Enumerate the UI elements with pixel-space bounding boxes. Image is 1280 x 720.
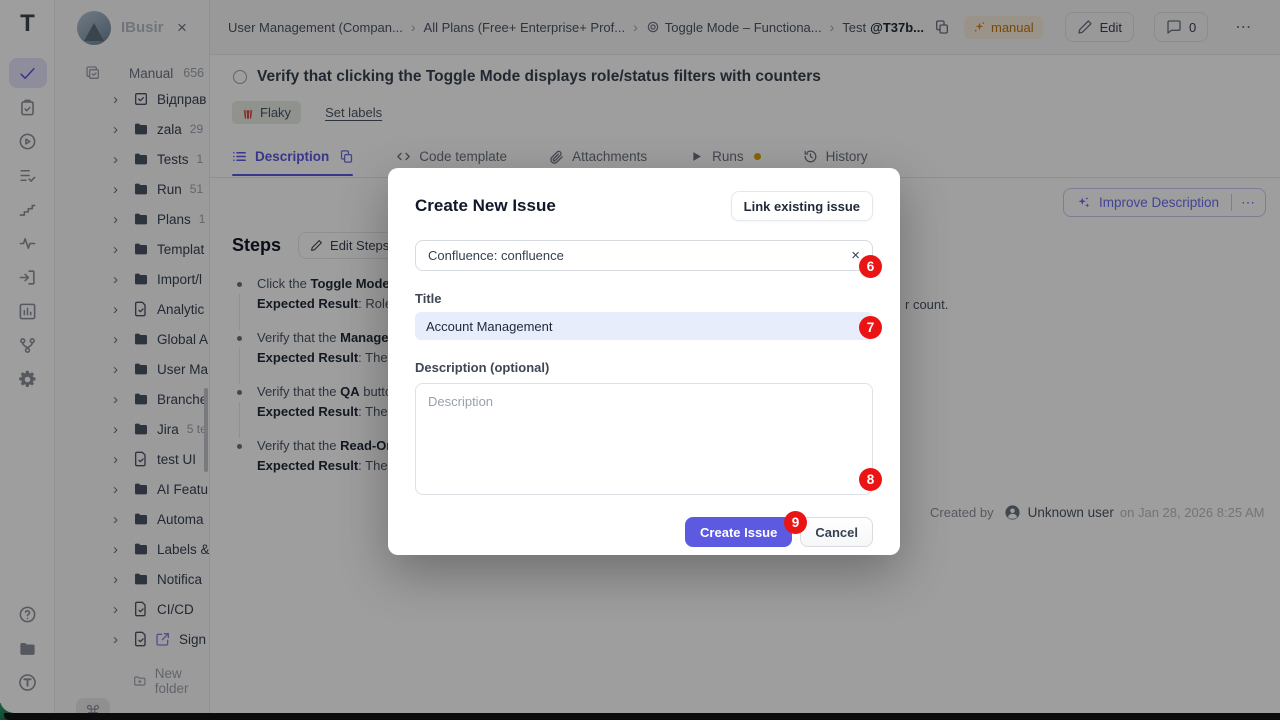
modal-title: Create New Issue bbox=[415, 196, 556, 216]
clear-selection-icon[interactable]: × bbox=[851, 248, 860, 263]
integration-select-value: Confluence: confluence bbox=[428, 248, 564, 263]
issue-description-textarea[interactable] bbox=[415, 383, 873, 495]
tutorial-marker-6: 6 bbox=[859, 255, 882, 278]
integration-select[interactable]: Confluence: confluence × bbox=[415, 240, 873, 271]
create-issue-button[interactable]: Create Issue bbox=[685, 517, 792, 547]
tutorial-marker-8: 8 bbox=[859, 468, 882, 491]
description-field-label: Description (optional) bbox=[415, 360, 873, 375]
issue-title-input[interactable] bbox=[415, 312, 873, 340]
create-issue-modal: Create New Issue Link existing issue Con… bbox=[388, 168, 900, 555]
app-window: T bbox=[0, 0, 1280, 720]
tutorial-marker-9: 9 bbox=[784, 511, 807, 534]
title-field-label: Title bbox=[415, 291, 873, 306]
link-existing-issue-button[interactable]: Link existing issue bbox=[731, 191, 873, 221]
cancel-button[interactable]: Cancel bbox=[800, 517, 873, 547]
tutorial-marker-7: 7 bbox=[859, 316, 882, 339]
